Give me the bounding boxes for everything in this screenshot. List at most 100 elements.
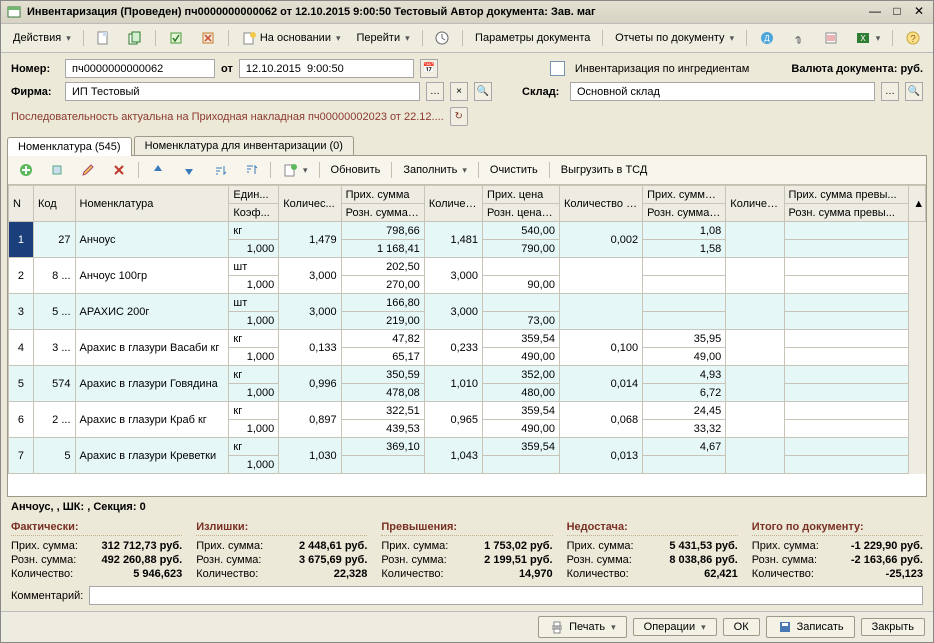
table-row[interactable]: 127Анчоускг1,479798,661,481540,000,0021,… bbox=[9, 222, 926, 240]
col-psum[interactable]: Прих. сумма bbox=[341, 186, 424, 204]
ingredients-label: Инвентаризация по ингредиентам bbox=[575, 63, 750, 75]
summary-cell: Количество:62,421 bbox=[567, 568, 738, 580]
window-title: Инвентаризация (Проведен) пч000000000006… bbox=[27, 6, 861, 18]
tab-nomenclature[interactable]: Номенклатура (545) bbox=[7, 137, 132, 156]
based-on-menu[interactable]: На основании bbox=[235, 27, 347, 49]
app-icon bbox=[7, 5, 21, 19]
fill-from-button[interactable] bbox=[276, 159, 314, 181]
form-area: Номер: от 📅 Инвентаризация по ингредиент… bbox=[1, 53, 933, 136]
list-button[interactable] bbox=[817, 27, 845, 49]
summary-header: Излишки: bbox=[196, 521, 367, 536]
sequence-refresh-button[interactable]: ↻ bbox=[450, 107, 468, 126]
ok-button[interactable]: ОК bbox=[723, 618, 760, 636]
attach-button[interactable] bbox=[785, 27, 813, 49]
titlebar: Инвентаризация (Проведен) пч000000000006… bbox=[1, 1, 933, 24]
table-row[interactable]: 43 ...Арахис в глазури Васаби кгкг0,1334… bbox=[9, 330, 926, 348]
col-unit[interactable]: Един... bbox=[229, 186, 279, 204]
unpost-button[interactable] bbox=[194, 27, 222, 49]
calendar-icon: 📅 bbox=[423, 63, 435, 74]
close-button[interactable]: ✕ bbox=[911, 5, 927, 19]
export-tsd-button[interactable]: Выгрузить в ТСД bbox=[555, 161, 654, 179]
col-name[interactable]: Номенклатура bbox=[75, 186, 229, 222]
col-coef[interactable]: Коэф... bbox=[229, 204, 279, 222]
fill-menu[interactable]: Заполнить bbox=[397, 161, 473, 179]
post-button[interactable] bbox=[162, 27, 190, 49]
move-up-button[interactable] bbox=[144, 159, 172, 181]
history-button[interactable] bbox=[428, 27, 456, 49]
table-row[interactable]: 35 ...АРАХИС 200гшт3,000166,803,000 bbox=[9, 294, 926, 312]
doc-params-button[interactable]: Параметры документа bbox=[469, 29, 596, 47]
tab-nomenclature-inv[interactable]: Номенклатура для инвентаризации (0) bbox=[134, 136, 354, 155]
col-pprice[interactable]: Прих. цена bbox=[483, 186, 560, 204]
summary-cell: Розн. сумма:8 038,86 руб. bbox=[567, 554, 738, 566]
copy-row-button[interactable] bbox=[43, 159, 71, 181]
summary-cell: Розн. сумма:492 260,88 руб. bbox=[11, 554, 182, 566]
ingredients-checkbox[interactable] bbox=[550, 61, 565, 76]
sort-asc-button[interactable] bbox=[206, 159, 234, 181]
main-toolbar: Действия На основании Перейти Параметры … bbox=[1, 24, 933, 53]
svg-text:X: X bbox=[860, 34, 866, 43]
col-psum-e[interactable]: Прих. сумма превы... bbox=[784, 186, 909, 204]
summary-cell: Розн. сумма:2 199,51 руб. bbox=[381, 554, 552, 566]
minimize-button[interactable]: — bbox=[867, 5, 883, 19]
actions-menu[interactable]: Действия bbox=[7, 29, 77, 47]
clock-icon bbox=[434, 30, 450, 46]
firm-label: Фирма: bbox=[11, 86, 59, 98]
grid-scroll-area[interactable]: N Код Номенклатура Един... Количес... Пр… bbox=[8, 185, 926, 496]
calendar-button[interactable]: 📅 bbox=[420, 59, 438, 78]
copy-row-icon bbox=[49, 162, 65, 178]
arrow-down-icon bbox=[181, 162, 197, 178]
firm-select-button[interactable]: … bbox=[426, 82, 444, 101]
print-button[interactable]: Печать bbox=[538, 616, 627, 638]
summary-cell: Прих. сумма:1 753,02 руб. bbox=[381, 540, 552, 552]
number-field[interactable] bbox=[65, 59, 215, 78]
col-qty-fact[interactable]: Количе... факт bbox=[424, 186, 482, 222]
dt-button[interactable]: Д bbox=[753, 27, 781, 49]
table-row[interactable]: 5574Арахис в глазури Говядинакг0,996350,… bbox=[9, 366, 926, 384]
maximize-button[interactable]: □ bbox=[889, 5, 905, 19]
firm-clear-button[interactable]: × bbox=[450, 82, 468, 101]
date-field[interactable] bbox=[239, 59, 414, 78]
col-qty[interactable]: Количес... bbox=[279, 186, 341, 222]
doc-reports-menu[interactable]: Отчеты по документу bbox=[609, 29, 740, 47]
goto-menu[interactable]: Перейти bbox=[351, 29, 416, 47]
col-code[interactable]: Код bbox=[33, 186, 75, 222]
store-select-button[interactable]: … bbox=[881, 82, 899, 101]
operations-button[interactable]: Операции bbox=[633, 618, 717, 636]
col-rsum-e[interactable]: Розн. сумма превы... bbox=[784, 204, 909, 222]
store-field[interactable] bbox=[570, 82, 875, 101]
col-rprice[interactable]: Розн. цена (... bbox=[483, 204, 560, 222]
col-rsum-d[interactable]: Розн. сумма ... bbox=[643, 204, 726, 222]
col-qty-exc[interactable]: Количес... превыш... bbox=[726, 186, 784, 222]
refresh-button[interactable]: Обновить bbox=[325, 161, 387, 179]
col-rsum[interactable]: Розн. сумма (... bbox=[341, 204, 424, 222]
clear-button[interactable]: Очистить bbox=[484, 161, 544, 179]
firm-field[interactable] bbox=[65, 82, 420, 101]
delete-row-button[interactable] bbox=[105, 159, 133, 181]
table-row[interactable]: 28 ...Анчоус 100гршт3,000202,503,000 bbox=[9, 258, 926, 276]
col-qty-diff[interactable]: Количество расхожде... bbox=[559, 186, 642, 222]
fill-icon bbox=[282, 162, 298, 178]
inventory-window: Инвентаризация (Проведен) пч000000000006… bbox=[0, 0, 934, 643]
excel-button[interactable]: X bbox=[849, 27, 887, 49]
edit-icon bbox=[80, 162, 96, 178]
table-row[interactable]: 75Арахис в глазури Креветкикг1,030369,10… bbox=[9, 438, 926, 456]
table-row[interactable]: 62 ...Арахис в глазури Краб кгкг0,897322… bbox=[9, 402, 926, 420]
col-n[interactable]: N bbox=[9, 186, 34, 222]
close-footer-button[interactable]: Закрыть bbox=[861, 618, 925, 636]
firm-lookup-button[interactable]: 🔍 bbox=[474, 82, 492, 101]
list-icon bbox=[823, 30, 839, 46]
sort-desc-button[interactable] bbox=[237, 159, 265, 181]
store-lookup-button[interactable]: 🔍 bbox=[905, 82, 923, 101]
move-down-button[interactable] bbox=[175, 159, 203, 181]
help-button[interactable]: ? bbox=[899, 27, 927, 49]
comment-field[interactable] bbox=[89, 586, 923, 605]
edit-row-button[interactable] bbox=[74, 159, 102, 181]
currency-label: Валюта документа: руб. bbox=[791, 63, 923, 75]
col-psum-d[interactable]: Прих. сумма ... bbox=[643, 186, 726, 204]
summary-cell: Прих. сумма:5 431,53 руб. bbox=[567, 540, 738, 552]
new-doc-button[interactable] bbox=[89, 27, 117, 49]
save-button[interactable]: Записать bbox=[766, 616, 855, 638]
add-row-button[interactable] bbox=[12, 159, 40, 181]
copy-doc-button[interactable] bbox=[121, 27, 149, 49]
